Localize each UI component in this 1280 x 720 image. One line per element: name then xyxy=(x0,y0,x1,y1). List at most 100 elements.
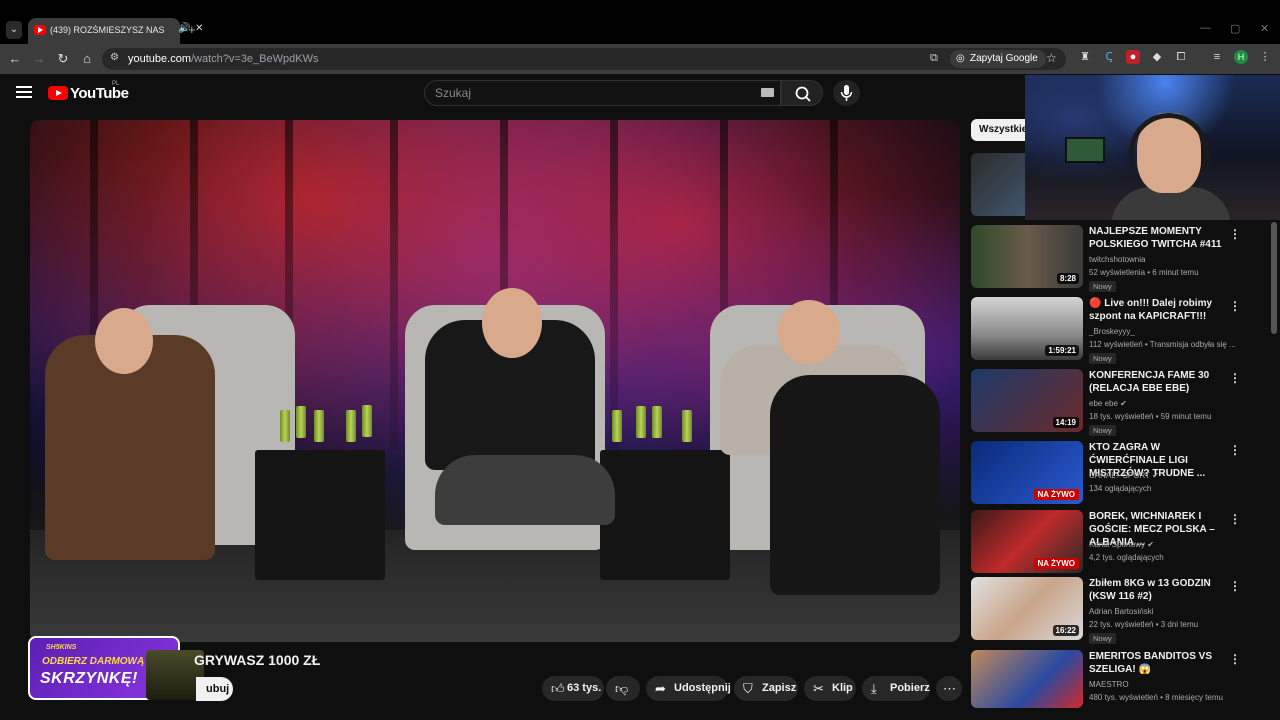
forward-button[interactable]: → xyxy=(30,50,48,68)
browser-tab-active[interactable]: (439) ROZŚMIESZYSZ NAS 🔊 ✕ xyxy=(28,18,203,44)
video-thumbnail[interactable]: NA ŻYWO xyxy=(971,441,1083,504)
extension-shield-icon[interactable]: ♜ xyxy=(1078,50,1092,64)
reading-list-icon[interactable]: ≡ xyxy=(1210,50,1224,64)
channel-name[interactable]: Adrian Bartosiński xyxy=(1089,607,1153,616)
clip-button[interactable]: ✂ Klip xyxy=(804,676,856,701)
video-title[interactable]: Zbiłem 8KG w 13 GODZIN (KSW 116 #2) xyxy=(1089,577,1234,603)
video-thumbnail[interactable]: 16:22 xyxy=(971,577,1083,640)
youtube-logo[interactable]: YouTube PL xyxy=(48,81,138,103)
back-button[interactable]: ← xyxy=(6,50,24,68)
person-left-head xyxy=(95,308,153,374)
more-options-icon[interactable]: ⋮ xyxy=(1229,299,1241,313)
extension-translate-icon[interactable]: Ꞔ xyxy=(1102,50,1116,64)
share-arrow-icon: ➦ xyxy=(655,681,666,696)
search-box[interactable] xyxy=(424,80,781,106)
tab-search-button[interactable]: ⌄ xyxy=(6,21,22,39)
channel-name[interactable]: ebe ebe ✔ xyxy=(1089,399,1127,408)
download-icon: ⤓ xyxy=(871,681,877,696)
more-options-icon[interactable]: ⋮ xyxy=(1229,512,1241,526)
extension-diamond-icon[interactable]: ◆ xyxy=(1150,50,1164,64)
thumbs-up-icon: 👍︎ xyxy=(551,681,565,696)
download-button[interactable]: ⤓ Pobierz xyxy=(862,676,930,701)
video-meta: 480 tys. wyświetleń • 8 miesięcy temu xyxy=(1089,693,1223,702)
sidebar-scrollbar[interactable] xyxy=(1271,222,1277,334)
video-title[interactable]: EMERITOS BANDITOS VS SZELIGA! 😱 xyxy=(1089,650,1234,676)
hamburger-menu-icon[interactable] xyxy=(16,84,32,100)
maximize-window-button[interactable]: ▢ xyxy=(1230,22,1240,35)
reload-button[interactable]: ↻ xyxy=(54,50,72,68)
browser-tab-strip: ⌄ (439) ROZŚMIESZYSZ NAS 🔊 ✕ + — ▢ ✕ xyxy=(0,0,1280,44)
drink-can xyxy=(636,406,646,438)
voice-search-button[interactable] xyxy=(833,80,860,106)
video-title[interactable]: KONFERENCJA FAME 30 (RELACJA EBE EBE) xyxy=(1089,369,1234,395)
site-info-icon[interactable]: ⚙ xyxy=(110,52,119,63)
new-tab-button[interactable]: + xyxy=(188,22,196,37)
thumbs-down-icon: 👎︎ xyxy=(615,681,629,696)
more-options-icon[interactable]: ⋮ xyxy=(1229,579,1241,593)
person-center-head xyxy=(482,288,542,358)
extension-red-icon[interactable]: ● xyxy=(1126,50,1140,64)
keyboard-icon[interactable] xyxy=(761,88,774,97)
channel-name[interactable]: Kanał Sportowy ✔ xyxy=(1089,540,1154,549)
more-options-icon[interactable]: ⋮ xyxy=(1229,443,1241,457)
share-label: Udostępnij xyxy=(674,682,731,694)
home-button[interactable]: ⌂ xyxy=(78,50,96,68)
microphone-icon xyxy=(840,85,853,101)
like-button[interactable]: 👍︎ 63 tys. xyxy=(542,676,604,701)
youtube-favicon-icon xyxy=(34,25,46,35)
country-code: PL xyxy=(112,81,120,87)
subscribe-button[interactable]: ubuj xyxy=(196,677,233,701)
video-title[interactable]: 🔴 Live on!!! Dalej robimy szpont na KAPI… xyxy=(1089,297,1234,323)
more-actions-button[interactable]: ⋯ xyxy=(936,676,962,701)
video-duration: 16:22 xyxy=(1052,625,1079,636)
video-duration: 14:19 xyxy=(1052,417,1079,428)
install-app-icon[interactable]: ⧉ xyxy=(930,52,938,65)
clip-label: Klip xyxy=(832,682,853,694)
video-duration: 1:59:21 xyxy=(1045,345,1079,356)
drink-can xyxy=(280,410,290,442)
video-thumbnail[interactable]: 14:19 xyxy=(971,369,1083,432)
video-title[interactable]: NAJLEPSZE MOMENTY POLSKIEGO TWITCHA #411 xyxy=(1089,225,1234,251)
more-options-icon[interactable]: ⋮ xyxy=(1229,227,1241,241)
video-thumbnail[interactable]: NA ŻYWO xyxy=(971,510,1083,573)
video-thumbnail[interactable]: 8:28 xyxy=(971,225,1083,288)
scissors-icon: ✂ xyxy=(813,681,824,696)
extensions-puzzle-icon[interactable]: ⧠ xyxy=(1174,50,1188,64)
close-window-button[interactable]: ✕ xyxy=(1260,22,1269,35)
channel-name[interactable]: CANAL+ SPORT ✔ xyxy=(1089,471,1159,480)
video-title: GRYWASZ 1000 ZŁ xyxy=(194,652,321,668)
drink-can xyxy=(682,410,692,442)
profile-avatar[interactable]: H xyxy=(1234,50,1248,64)
video-thumbnail[interactable] xyxy=(971,650,1083,708)
ask-google-button[interactable]: Zapytaj Google xyxy=(950,50,1046,68)
channel-name[interactable]: _Broskeyyy_ xyxy=(1089,327,1135,336)
side-table-left xyxy=(255,450,385,580)
more-horizontal-icon: ⋯ xyxy=(943,681,956,696)
download-label: Pobierz xyxy=(890,682,930,694)
address-bar[interactable]: ⚙ youtube.com/watch?v=3e_BeWpdKWs ⧉ Zapy… xyxy=(102,48,1066,70)
video-meta: 112 wyświetleń • Transmisja odbyła się .… xyxy=(1089,340,1236,349)
more-options-icon[interactable]: ⋮ xyxy=(1229,652,1241,666)
channel-name[interactable]: MAESTRO xyxy=(1089,680,1129,689)
minimize-window-button[interactable]: — xyxy=(1200,22,1211,34)
video-thumbnail[interactable]: 1:59:21 xyxy=(971,297,1083,360)
save-button[interactable]: ⛉ Zapisz xyxy=(734,676,798,701)
video-player[interactable] xyxy=(30,120,960,642)
person-right-legs xyxy=(770,375,940,595)
bookmark-star-icon[interactable]: ☆ xyxy=(1046,51,1057,65)
share-button[interactable]: ➦ Udostępnij xyxy=(646,676,731,701)
more-options-icon[interactable]: ⋮ xyxy=(1229,371,1241,385)
close-tab-icon[interactable]: ✕ xyxy=(195,23,203,34)
streamer-webcam-overlay xyxy=(1025,75,1280,220)
url-text[interactable]: youtube.com/watch?v=3e_BeWpdKWs xyxy=(128,53,318,65)
search-input[interactable] xyxy=(435,86,735,100)
dislike-button[interactable]: 👎︎ xyxy=(606,676,640,701)
new-badge: Nowy xyxy=(1089,353,1116,364)
video-meta: 22 tys. wyświetleń • 3 dni temu xyxy=(1089,620,1199,629)
channel-name[interactable]: twitchshotownia xyxy=(1089,255,1145,264)
save-label: Zapisz xyxy=(762,682,797,694)
browser-menu-icon[interactable]: ⋮ xyxy=(1258,50,1272,64)
drink-can xyxy=(346,410,356,442)
promo-line2: SKRZYNKĘ! xyxy=(40,670,138,687)
search-button[interactable] xyxy=(781,80,823,106)
